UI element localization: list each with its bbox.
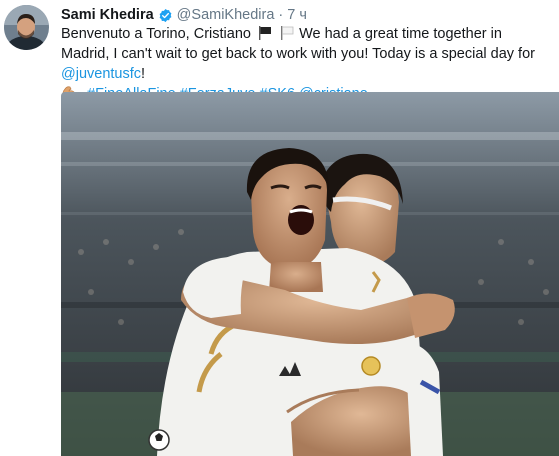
white-flag-icon (280, 26, 295, 40)
avatar[interactable] (4, 5, 49, 50)
mention-juventusfc-link[interactable]: @juventusfc (61, 66, 141, 82)
text-greeting: Benvenuto a Torino, Cristiano (61, 26, 251, 42)
photo-image (61, 92, 559, 456)
tweet: Sami Khedira @SamiKhedira · 7 ч Benvenut… (0, 0, 559, 456)
tweet-header: Sami Khedira @SamiKhedira · 7 ч (61, 5, 307, 25)
separator-dot: · (278, 7, 284, 23)
author-handle[interactable]: @SamiKhedira (177, 7, 275, 23)
author-name[interactable]: Sami Khedira (61, 7, 154, 23)
tweet-timestamp[interactable]: 7 ч (287, 7, 307, 23)
tweet-photo[interactable] (61, 92, 559, 456)
black-flag-icon (258, 26, 273, 40)
verified-badge-icon (158, 8, 173, 23)
text-exclamation: ! (141, 66, 146, 82)
